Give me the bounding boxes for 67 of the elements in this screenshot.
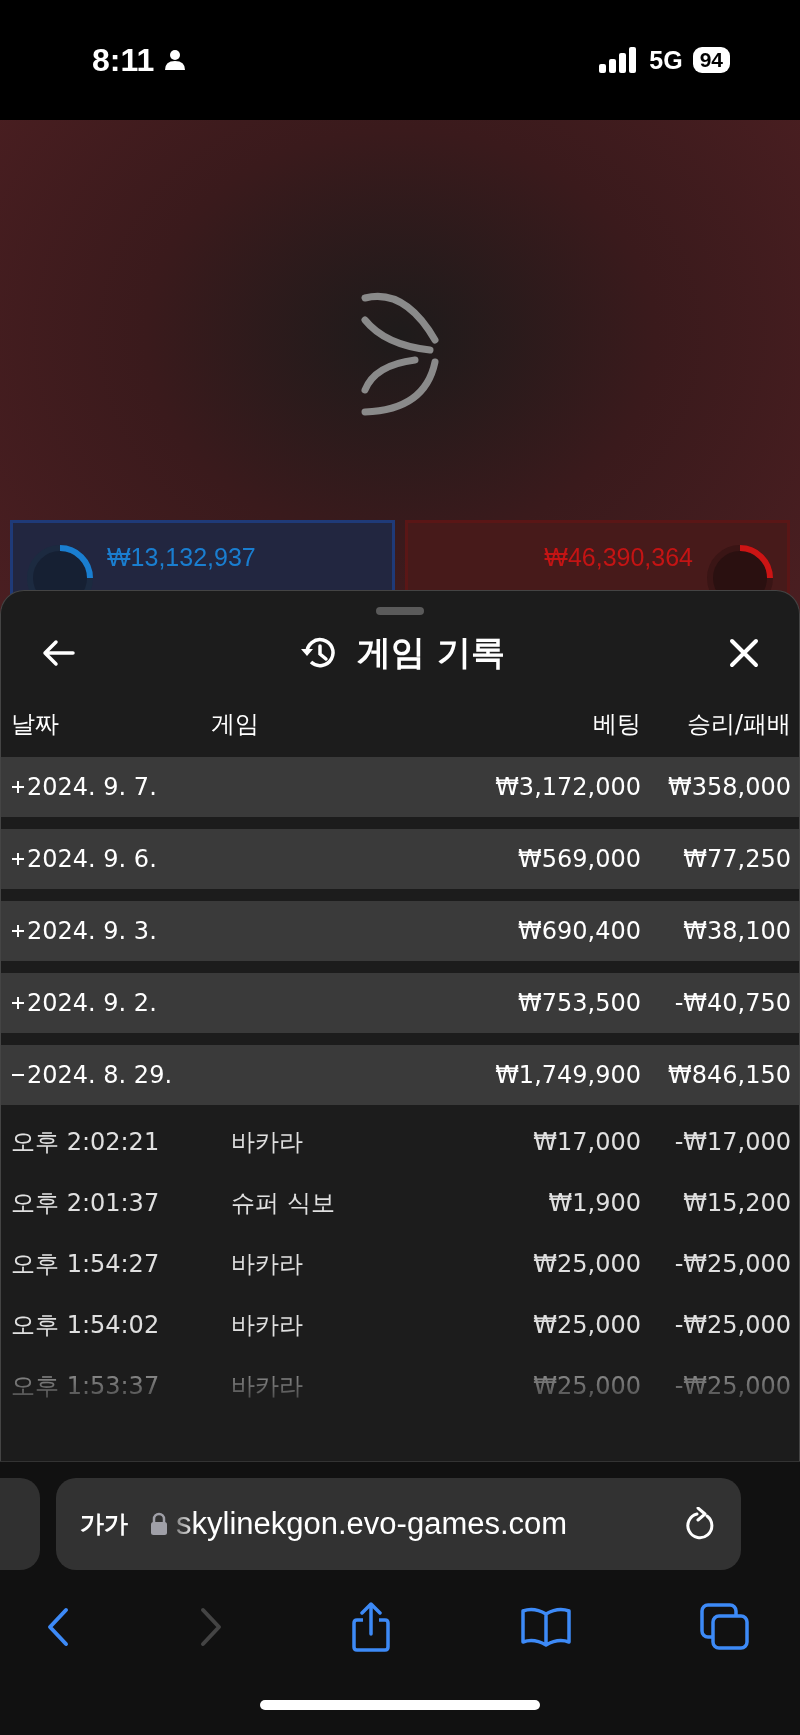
back-chevron-icon[interactable] bbox=[46, 1607, 70, 1647]
battery-indicator: 94 bbox=[692, 47, 730, 73]
bet-amount: ₩25,000 bbox=[532, 1310, 641, 1339]
plus-icon bbox=[11, 996, 25, 1010]
column-header: 게임 bbox=[211, 709, 260, 740]
bet-amount: ₩25,000 bbox=[532, 1249, 641, 1278]
game-name: 바카라 bbox=[231, 1248, 304, 1280]
game-name: 바카라 bbox=[231, 1370, 304, 1402]
game-name: 바카라 bbox=[231, 1126, 304, 1158]
plus-icon bbox=[11, 852, 25, 866]
bet-amount: ₩25,000 bbox=[532, 1371, 641, 1400]
round-time: 오후 1:53:37 bbox=[11, 1370, 161, 1402]
close-icon[interactable] bbox=[729, 638, 759, 668]
drag-handle[interactable] bbox=[376, 607, 424, 615]
back-arrow-icon[interactable] bbox=[41, 639, 75, 667]
round-time: 오후 1:54:27 bbox=[11, 1248, 161, 1280]
bet-amount: ₩3,172,000 bbox=[494, 773, 641, 801]
bet-amount: ₩1,900 bbox=[547, 1188, 641, 1217]
bet-amount: ₩753,500 bbox=[517, 989, 641, 1017]
bet-amount: ₩569,000 bbox=[517, 845, 641, 873]
day-summary-row[interactable]: 2024. 9. 6. ₩569,000 ₩77,250 bbox=[1, 829, 799, 889]
day-summary-row[interactable]: 2024. 8. 29. ₩1,749,900 ₩846,150 bbox=[1, 1045, 799, 1105]
column-header: 베팅 bbox=[592, 709, 641, 740]
bet-amount: ₩690,400 bbox=[517, 917, 641, 945]
result-amount: ₩38,100 bbox=[682, 917, 791, 945]
clock-time: 8:11 bbox=[92, 41, 155, 79]
date-text: 2024. 9. 6. bbox=[27, 845, 158, 873]
sheet-title: 게임 기록 bbox=[357, 631, 505, 674]
column-header: 날짜 bbox=[11, 709, 60, 740]
bet-amount: ₩17,000 bbox=[532, 1127, 641, 1156]
plus-icon bbox=[11, 924, 25, 938]
result-amount: -₩25,000 bbox=[673, 1371, 791, 1400]
result-amount: -₩25,000 bbox=[673, 1310, 791, 1339]
date-text: 2024. 8. 29. bbox=[27, 1061, 174, 1089]
tabs-icon[interactable] bbox=[700, 1603, 750, 1651]
round-time: 오후 1:54:02 bbox=[11, 1309, 161, 1341]
text-size-button[interactable]: 가가 bbox=[80, 1508, 128, 1540]
result-amount: -₩40,750 bbox=[673, 989, 791, 1017]
result-amount: ₩358,000 bbox=[667, 773, 791, 801]
share-icon[interactable] bbox=[351, 1602, 391, 1652]
player-total: ₩13,132,937 bbox=[107, 543, 256, 572]
forward-chevron-icon bbox=[198, 1607, 223, 1647]
plus-icon bbox=[11, 780, 25, 794]
banker-total: ₩46,390,364 bbox=[544, 543, 693, 572]
network-label: 5G bbox=[649, 45, 683, 75]
date-text: 2024. 9. 2. bbox=[27, 989, 158, 1017]
address-bar[interactable]: 가가 skylinekgon.evo-games.com bbox=[56, 1478, 741, 1570]
day-summary-row[interactable]: 2024. 9. 3. ₩690,400 ₩38,100 bbox=[1, 901, 799, 961]
day-summary-row[interactable]: 2024. 9. 7. ₩3,172,000 ₩358,000 bbox=[1, 757, 799, 817]
game-name: 슈퍼 식보 bbox=[231, 1187, 336, 1219]
person-icon bbox=[164, 49, 187, 71]
result-amount: -₩17,000 bbox=[673, 1127, 791, 1156]
date-text: 2024. 9. 7. bbox=[27, 773, 158, 801]
result-amount: ₩846,150 bbox=[667, 1061, 791, 1089]
book-icon[interactable] bbox=[519, 1606, 572, 1648]
lock-icon bbox=[150, 1512, 168, 1536]
result-amount: -₩25,000 bbox=[673, 1249, 791, 1278]
url-text: skylinekgon.evo-games.com bbox=[176, 1506, 569, 1542]
date-text: 2024. 9. 3. bbox=[27, 917, 158, 945]
day-summary-row[interactable]: 2024. 9. 2. ₩753,500 -₩40,750 bbox=[1, 973, 799, 1033]
round-time: 오후 2:01:37 bbox=[11, 1187, 161, 1219]
column-header: 승리/패배 bbox=[685, 709, 791, 740]
round-time: 오후 2:02:21 bbox=[11, 1126, 161, 1158]
result-amount: ₩15,200 bbox=[682, 1188, 791, 1217]
bet-amount: ₩1,749,900 bbox=[494, 1061, 641, 1089]
result-amount: ₩77,250 bbox=[682, 845, 791, 873]
game-name: 바카라 bbox=[231, 1309, 304, 1341]
